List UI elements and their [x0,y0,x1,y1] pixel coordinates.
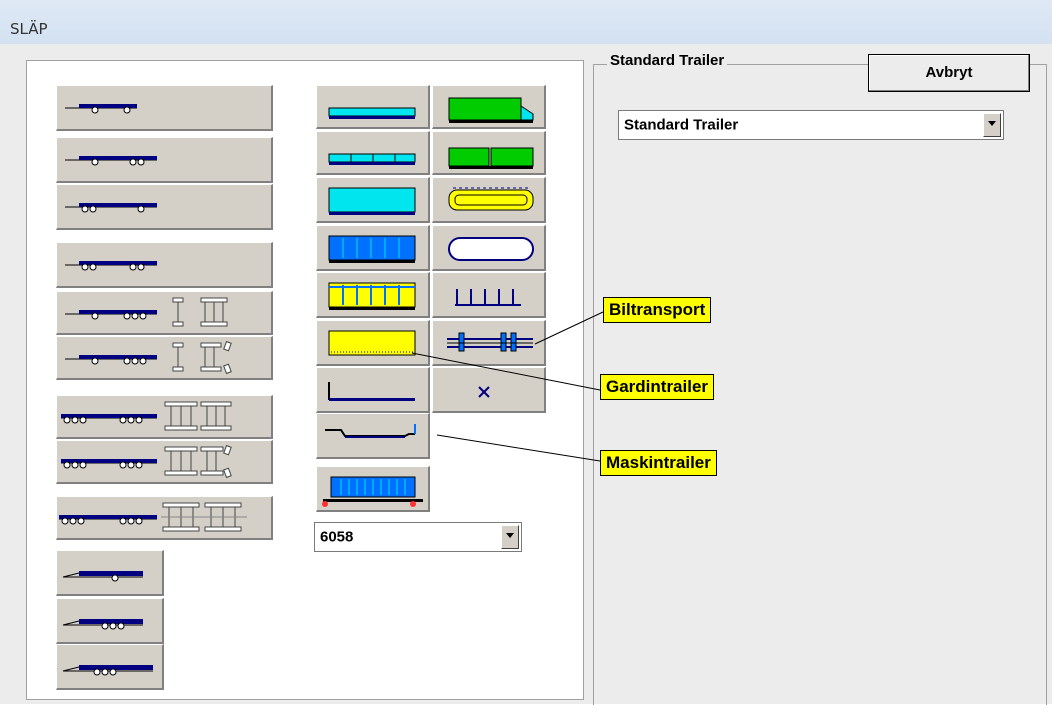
biltransport-line [534,311,604,345]
callout-maskintrailer: Maskintrailer [600,450,717,476]
gardintrailer-line [411,352,601,391]
callout-gardintrailer: Gardintrailer [600,374,715,400]
maskintrailer-line [436,434,601,462]
callout-biltransport: Biltransport [603,297,712,323]
callout-lines [411,311,604,462]
